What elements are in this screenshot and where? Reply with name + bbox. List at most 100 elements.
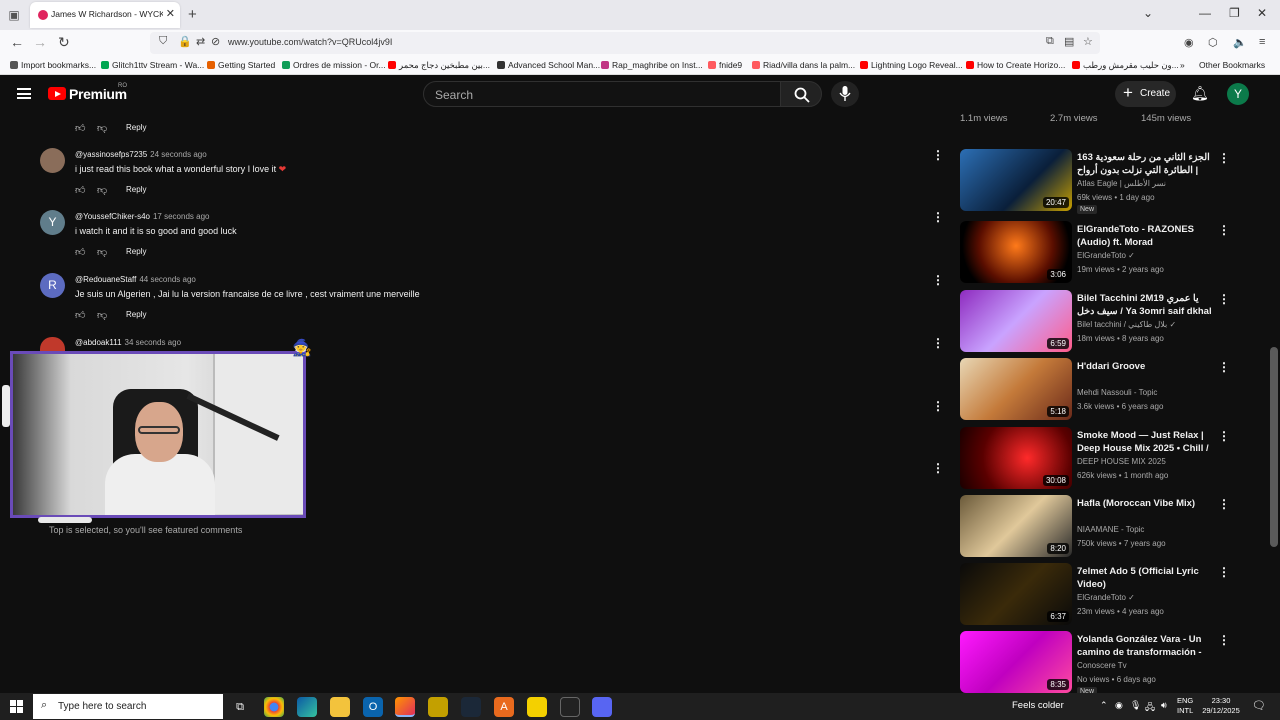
comment-more-icon[interactable]: ⋮ — [932, 461, 944, 475]
comment-time[interactable]: 34 seconds ago — [125, 338, 182, 347]
video-channel[interactable]: ElGrandeToto ✓ — [1077, 251, 1135, 260]
comment-more-icon[interactable]: ⋮ — [932, 210, 944, 224]
related-video-item[interactable]: 8:20 Hafla (Moroccan Vibe Mix) NIAAMANE - … — [960, 495, 1230, 559]
video-title[interactable]: الجزء الثاني من رحلة سعودية 163 | الطائر… — [1077, 151, 1212, 177]
volume-tray-icon[interactable]: 🔊︎ — [1161, 700, 1167, 711]
dislike-icon[interactable]: 👎︎ — [97, 246, 107, 258]
video-more-icon[interactable]: ⋮ — [1218, 360, 1230, 374]
input-language[interactable]: ENG INTL — [1177, 696, 1193, 716]
volume-icon[interactable]: 🔈 — [1233, 36, 1247, 49]
related-video-item[interactable]: 20:47 الجزء الثاني من رحلة سعودية 163 | ا… — [960, 149, 1230, 214]
reply-button[interactable]: Reply — [126, 185, 146, 194]
overlay-handle[interactable] — [2, 385, 10, 427]
notification-center-icon[interactable]: 🗨 — [1252, 699, 1266, 712]
comment-author[interactable]: @YoussefChiker-s4o — [75, 212, 150, 221]
comment-author[interactable]: @RedouaneStaff — [75, 275, 136, 284]
bookmark-item[interactable]: بين مطبخين دجاج محمر... — [388, 60, 490, 71]
other-bookmarks[interactable]: Other Bookmarks — [1199, 60, 1265, 70]
youtube-logo-icon[interactable] — [48, 87, 66, 100]
video-thumbnail[interactable]: 6:37 — [960, 563, 1072, 625]
video-more-icon[interactable]: ⋮ — [1218, 497, 1230, 511]
account-avatar[interactable]: Y — [1227, 83, 1249, 105]
video-more-icon[interactable]: ⋮ — [1218, 151, 1230, 165]
system-clock[interactable]: 23:30 29/12/2025 — [1200, 696, 1242, 716]
video-thumbnail[interactable]: 3:06 — [960, 221, 1072, 283]
bookmark-item[interactable]: Rap_maghribe on Inst... — [601, 60, 703, 70]
comment-time[interactable]: 17 seconds ago — [153, 212, 210, 221]
create-button[interactable]: + Create — [1115, 81, 1176, 107]
bookmark-item[interactable]: Getting Started — [207, 60, 275, 70]
lock-icon[interactable]: 🔒 — [178, 35, 192, 48]
edge-icon[interactable] — [297, 697, 317, 717]
video-title[interactable]: H'ddari Groove — [1077, 360, 1212, 373]
search-button[interactable] — [780, 81, 822, 107]
video-more-icon[interactable]: ⋮ — [1218, 633, 1230, 647]
sticky-notes-icon[interactable] — [527, 697, 547, 717]
video-title[interactable]: Hafla (Moroccan Vibe Mix) — [1077, 497, 1212, 510]
video-channel[interactable]: NIAAMANE - Topic — [1077, 525, 1144, 534]
camera-off-icon[interactable]: ⊘ — [211, 35, 220, 48]
dislike-icon[interactable]: 👎︎ — [97, 309, 107, 321]
task-view-icon[interactable]: ⧉ — [230, 697, 250, 717]
video-title[interactable]: Bilel Tacchini 2M19 يا عمري سيف دخل / Ya… — [1077, 292, 1212, 318]
video-thumbnail[interactable]: 8:35 — [960, 631, 1072, 693]
comment-time[interactable]: 24 seconds ago — [150, 150, 207, 159]
restore-icon[interactable]: ❐ — [1229, 6, 1240, 20]
like-icon[interactable]: 👍︎ — [75, 184, 85, 196]
video-title[interactable]: ElGrandeToto - RAZONES (Audio) ft. Morad — [1077, 223, 1212, 249]
launcher-icon[interactable]: A — [494, 697, 514, 717]
related-video-item[interactable]: 6:37 7elmet Ado 5 (Official Lyric Video) E… — [960, 563, 1230, 627]
video-title[interactable]: Yolanda González Vara - Un camino de tra… — [1077, 633, 1212, 659]
back-icon[interactable]: ← — [10, 34, 24, 50]
reply-button[interactable]: Reply — [126, 310, 146, 319]
comment-avatar[interactable] — [40, 148, 65, 173]
search-input[interactable]: Search — [423, 81, 781, 107]
comment-author[interactable]: @abdoak111 — [75, 338, 122, 347]
notifications-bell-icon[interactable]: 🔔︎ — [1191, 85, 1209, 102]
outlook-icon[interactable]: O — [363, 697, 383, 717]
firefox-icon[interactable] — [395, 697, 415, 717]
voice-search-button[interactable] — [831, 81, 859, 107]
dislike-icon[interactable]: 👎︎ — [97, 184, 107, 196]
bookmark-item[interactable]: fnide9 — [708, 60, 742, 70]
extensions-icon[interactable]: ⬡ — [1208, 36, 1218, 49]
bookmark-item[interactable]: Glitch1ttv Stream - Wa... — [101, 60, 204, 70]
bookmark-item[interactable]: Advanced School Man... — [497, 60, 600, 70]
tray-app-icon[interactable]: ◉ — [1115, 700, 1123, 711]
video-more-icon[interactable]: ⋮ — [1218, 292, 1230, 306]
address-bar[interactable]: ⛉ 🔒 ⇄ ⊘ www.youtube.com/watch?v=QRUcol4j… — [150, 32, 1100, 54]
tab-list-chevron-icon[interactable]: ⌄ — [1143, 6, 1153, 20]
tab-overview-icon[interactable]: ▣ — [6, 7, 22, 23]
video-channel[interactable]: ElGrandeToto ✓ — [1077, 593, 1135, 602]
related-video-item[interactable]: 30:08 Smoke Mood — Just Relax | Deep Hous… — [960, 427, 1230, 491]
comment-author[interactable]: @yassinosefps7235 — [75, 150, 147, 159]
comment-more-icon[interactable]: ⋮ — [932, 273, 944, 287]
more-bookmarks-chevron-icon[interactable]: » — [1180, 60, 1185, 70]
reply-button[interactable]: Reply — [126, 247, 146, 256]
comment-time[interactable]: 44 seconds ago — [139, 275, 196, 284]
reply-button[interactable]: Reply — [126, 123, 146, 132]
related-video-item[interactable]: 3:06 ElGrandeToto - RAZONES (Audio) ft. M… — [960, 221, 1230, 285]
video-title[interactable]: Smoke Mood — Just Relax | Deep House Mix… — [1077, 429, 1212, 455]
comment-more-icon[interactable]: ⋮ — [932, 399, 944, 413]
comment-more-icon[interactable]: ⋮ — [932, 148, 944, 162]
permissions-icon[interactable]: ⇄ — [196, 35, 205, 48]
hamburger-menu-icon[interactable] — [17, 88, 31, 99]
video-more-icon[interactable]: ⋮ — [1218, 565, 1230, 579]
taskbar-search-input[interactable]: ⌕ Type here to search — [33, 694, 223, 719]
minimize-icon[interactable]: — — [1199, 6, 1211, 20]
video-channel[interactable]: Atlas Eagle | نسر الأطلس — [1077, 179, 1166, 188]
video-thumbnail[interactable]: 8:20 — [960, 495, 1072, 557]
bookmark-item[interactable]: ون حليب مقرمش ورطب... — [1072, 60, 1179, 71]
tray-chevron-icon[interactable]: ⌃ — [1100, 700, 1108, 711]
bookmark-item[interactable]: How to Create Horizo... — [966, 60, 1065, 70]
related-video-item[interactable]: 5:18 H'ddari Groove Mehdi Nassouli - Topic… — [960, 358, 1230, 422]
bookmark-item[interactable]: Riad/villa dans la palm... — [752, 60, 855, 70]
like-icon[interactable]: 👍︎ — [75, 122, 85, 134]
close-window-icon[interactable]: ✕ — [1257, 6, 1267, 20]
bookmark-item[interactable]: Lightning Logo Reveal... — [860, 60, 963, 70]
discord-icon[interactable] — [592, 697, 612, 717]
bookmark-star-icon[interactable]: ☆ — [1083, 35, 1093, 48]
weather-text[interactable]: Feels colder — [1012, 700, 1064, 711]
video-thumbnail[interactable]: 20:47 — [960, 149, 1072, 211]
